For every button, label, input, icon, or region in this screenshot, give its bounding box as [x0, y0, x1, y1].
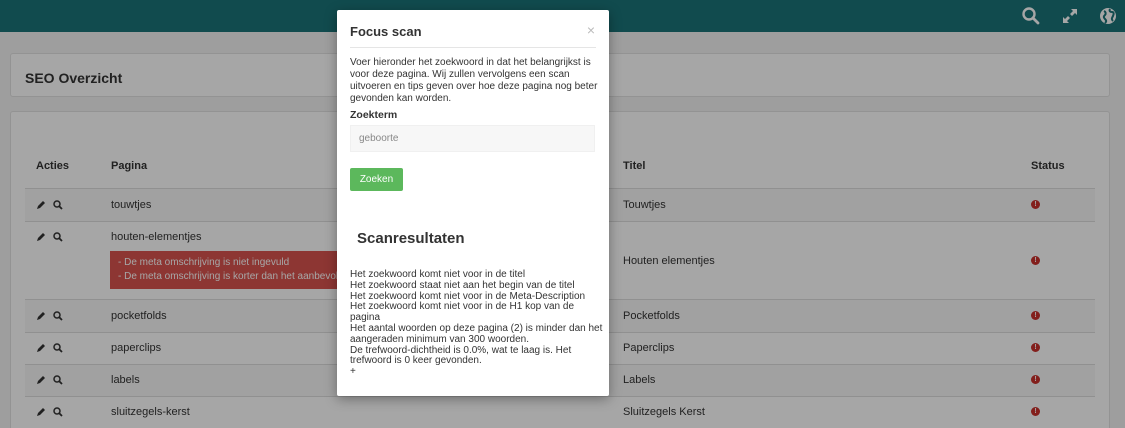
search-button[interactable]: Zoeken: [350, 168, 403, 191]
search-term-input[interactable]: geboorte: [350, 125, 595, 152]
result-line: De trefwoord-dichtheid is 0.0%, wat te l…: [350, 344, 572, 367]
focus-scan-modal: Focus scan × Voer hieronder het zoekwoor…: [337, 10, 609, 396]
result-line: +: [350, 366, 356, 378]
result-line: Het zoekwoord komt niet voor in de H1 ko…: [350, 301, 575, 324]
result-line: Het zoekwoord staat niet aan het begin v…: [350, 279, 575, 291]
scan-results: Het zoekwoord komt niet voor in de titel…: [350, 269, 605, 378]
divider: [350, 47, 596, 48]
result-line: Het aantal woorden op deze pagina (2) is…: [350, 322, 603, 345]
modal-intro: Voer hieronder het zoekwoord in dat het …: [350, 57, 598, 104]
close-icon[interactable]: ×: [587, 22, 595, 38]
modal-title: Focus scan: [350, 24, 422, 39]
results-title: Scanresultaten: [357, 230, 465, 247]
zoekterm-label: Zoekterm: [350, 109, 398, 121]
